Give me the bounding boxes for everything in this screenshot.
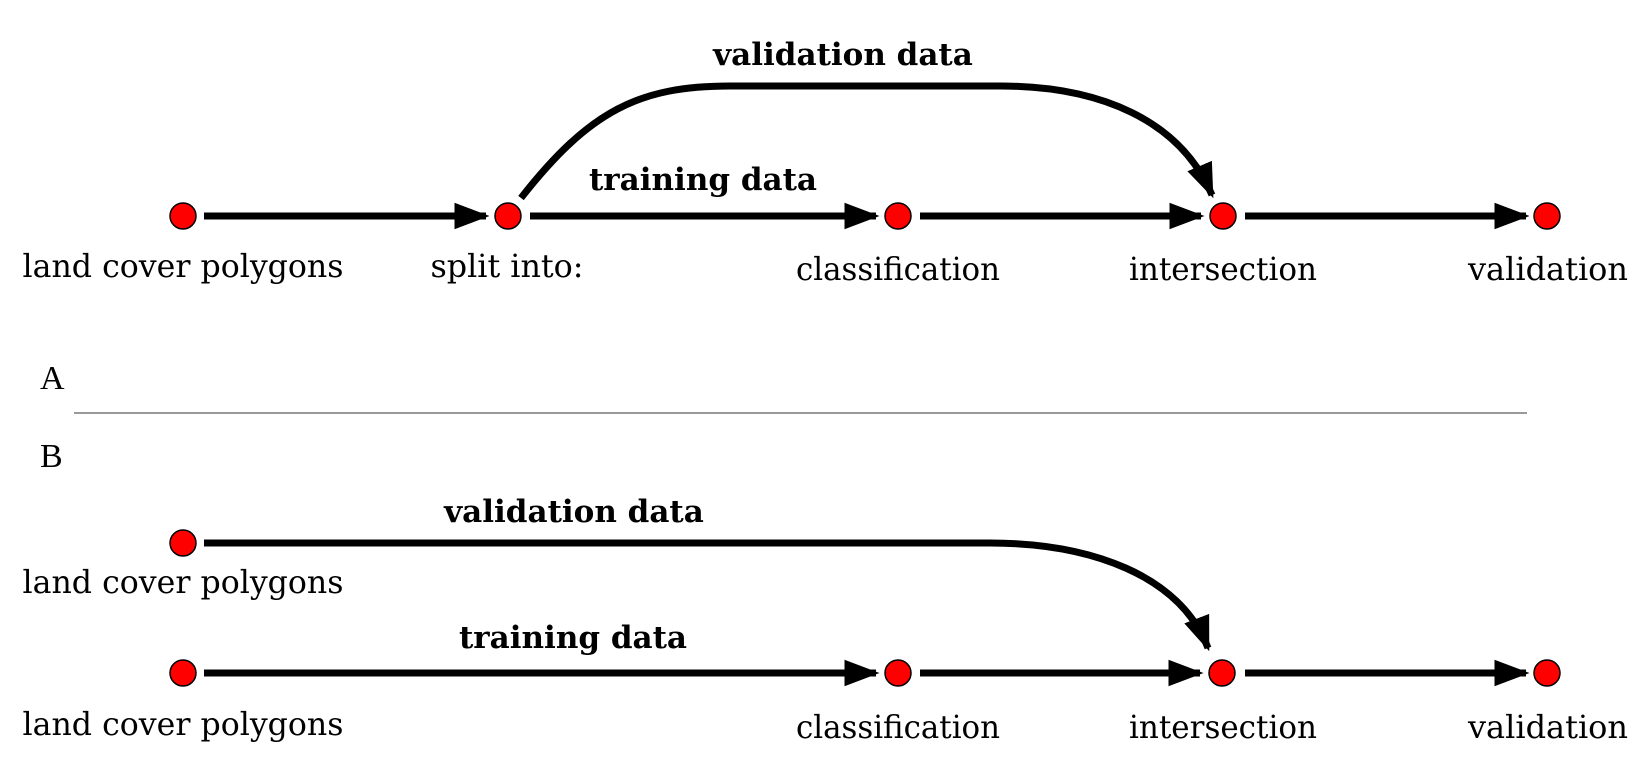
- node-label-classification: classification: [796, 708, 1000, 746]
- node-label-land-cover-polygons: land cover polygons: [23, 247, 344, 285]
- panel-b: validation data training data land cover…: [23, 494, 1629, 746]
- edge-land-cover-to-intersection-validation: [204, 539, 1212, 652]
- node-intersection: [1209, 202, 1237, 230]
- node-intersection: [1208, 659, 1236, 687]
- node-label-land-cover-polygons-training: land cover polygons: [23, 705, 344, 743]
- node-label-split-into: split into:: [431, 247, 584, 285]
- node-split-into: [494, 202, 522, 230]
- node-validation: [1533, 659, 1561, 687]
- edge-label-validation-data: validation data: [443, 494, 704, 530]
- node-label-intersection: intersection: [1129, 250, 1317, 288]
- node-label-validation: validation: [1467, 708, 1628, 746]
- panel-a: validation data training data land cover…: [23, 37, 1629, 288]
- node-land-cover-polygons: [169, 202, 197, 230]
- edge-label-training-data: training data: [459, 620, 687, 656]
- node-classification: [884, 202, 912, 230]
- node-label-land-cover-polygons-validation: land cover polygons: [23, 563, 344, 601]
- node-label-classification: classification: [796, 250, 1000, 288]
- edge-label-validation-data: validation data: [712, 37, 973, 73]
- node-label-intersection: intersection: [1129, 708, 1317, 746]
- node-validation: [1533, 202, 1561, 230]
- edge-label-training-data: training data: [589, 162, 817, 198]
- panel-label-a: A: [40, 360, 65, 397]
- workflow-diagram: validation data training data land cover…: [23, 37, 1629, 746]
- panel-label-b: B: [40, 438, 63, 475]
- node-land-cover-polygons-validation: [169, 529, 197, 557]
- node-label-validation: validation: [1467, 250, 1628, 288]
- node-classification: [884, 659, 912, 687]
- node-land-cover-polygons-training: [169, 659, 197, 687]
